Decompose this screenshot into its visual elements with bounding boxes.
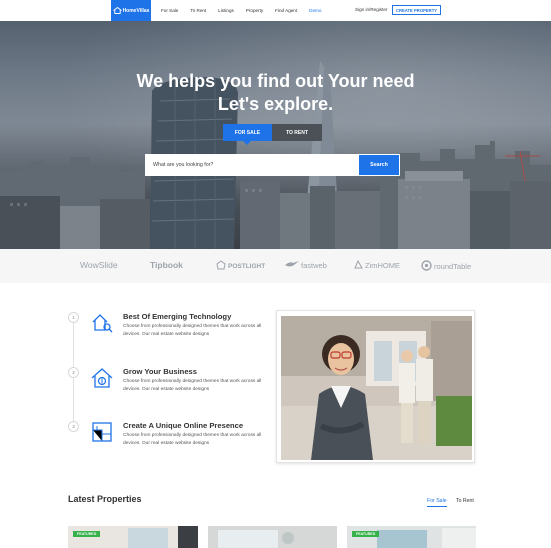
signin-link[interactable]: Sign in/Register [355,7,387,12]
partner-name: WowSlide [80,260,118,270]
tab-for-sale[interactable]: FOR SALE [223,124,272,145]
agent-photo [281,316,472,460]
step-number: 2 [68,367,79,378]
property-card[interactable]: FEATURED [347,526,476,548]
nav-link-demo[interactable]: Demo [309,8,321,13]
property-image [208,526,337,548]
step-number: 3 [68,421,79,432]
house-logo-icon [112,7,122,14]
feature-description: Choose from professionally designed them… [123,324,262,337]
nav-link-for-sale[interactable]: For Sale [161,8,178,13]
partner-logo-wowslide: WowSlide [80,260,118,270]
roundtable-icon [421,260,432,273]
logo-text: HomeVillas [122,7,150,14]
search-box: Search [145,154,400,176]
hero-title-line2: Let's explore. [217,94,334,114]
nav-link-to-rent[interactable]: To Rent [190,8,206,13]
partner-name: POSTLIGHT [228,262,266,270]
partner-logo-roundtable: roundTable [421,260,471,273]
house-key-icon [90,311,114,335]
search-button[interactable]: Search [359,155,399,175]
partner-name: ZimHOME [365,261,400,270]
partner-name: roundTable [434,262,472,271]
property-image [68,526,198,548]
partner-logo-zimhome: ZimHOME [354,259,400,271]
bird-icon [285,260,299,270]
feature-title: Best Of Emerging Technology [123,312,232,321]
nav-link-listings[interactable]: Listings [218,8,234,13]
partner-logos-bar: WowSlide Tipbook POSTLIGHT fastweb ZimHO… [0,249,551,283]
create-property-button[interactable]: CREATE PROPERTY [392,5,441,15]
hero-banner: We helps you find out Your need Let's ex… [0,21,551,249]
logo[interactable]: HomeVillas [111,0,151,21]
feature-photo-frame [276,310,475,463]
top-nav: HomeVillas For Sale To Rent Listings Pro… [0,0,551,21]
nav-link-find-agent[interactable]: Find Agent [275,8,297,13]
partner-logo-postlight: POSTLIGHT [216,260,265,272]
feature-description: Choose from professionally designed them… [123,433,262,446]
blueprint-icon [90,420,114,444]
featured-badge: FEATURED [73,531,101,537]
house-dollar-icon [90,366,114,390]
tab-to-rent[interactable]: TO RENT [272,124,322,141]
partner-logo-tipbook: Tipbook [150,260,183,270]
property-card[interactable]: FEATURED [68,526,198,548]
property-card[interactable] [208,526,337,548]
search-input[interactable] [145,154,359,176]
search-tabs: FOR SALE TO RENT [223,124,322,145]
latest-properties-title: Latest Properties [68,494,142,504]
feature-title: Grow Your Business [123,367,197,376]
partner-name: Tipbook [150,260,183,270]
nav-links: For Sale To Rent Listings Property Find … [161,0,333,21]
zim-icon [354,259,363,271]
tab-latest-to-rent[interactable]: To Rent [456,498,474,504]
nav-link-property[interactable]: Property [246,8,263,13]
featured-badge: FEATURED [352,531,380,537]
property-image [347,526,476,548]
postlight-icon [216,260,226,272]
partner-logo-fastweb: fastweb [285,260,327,270]
feature-description: Choose from professionally designed them… [123,379,262,392]
hero-title-line1: We helps you find out Your need [136,71,415,91]
partner-name: fastweb [301,260,327,270]
feature-title: Create A Unique Online Presence [123,421,244,430]
tab-latest-for-sale[interactable]: For Sale [427,498,447,507]
step-number: 1 [68,312,79,323]
